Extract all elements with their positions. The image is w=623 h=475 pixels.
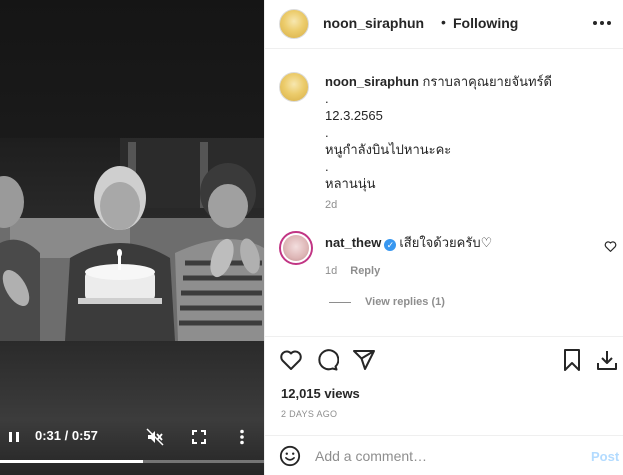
view-count[interactable]: 12,015 views [281,386,360,401]
comment-like-button[interactable] [604,240,618,254]
comment-icon [318,349,340,371]
save-icon [564,349,580,371]
post-options-button[interactable] [591,15,613,31]
caption-text: กราบลาคุณยายจันทร์ดี [422,74,552,89]
author-avatar[interactable] [279,9,309,39]
author-username[interactable]: noon_siraphun [323,15,424,31]
reply-button[interactable]: Reply [350,265,380,277]
emoji-icon [279,445,301,467]
verified-icon: ✓ [384,239,397,251]
caption-line: . [325,91,329,106]
view-replies-button[interactable]: View replies (1) [365,296,445,308]
video-player[interactable]: 0:31 / 0:57 [0,0,264,475]
commenter-avatar[interactable] [279,231,313,265]
emoji-button[interactable] [279,445,301,467]
fullscreen-icon [192,430,206,444]
caption-line: หนูกำลังบินไปหานะคะ [325,142,452,157]
post-actions: 12,015 views 2 DAYS AGO [265,336,623,436]
share-button[interactable] [352,348,376,372]
video-progress-bar[interactable] [0,460,264,463]
caption-username[interactable]: noon_siraphun [325,74,419,89]
share-icon [353,350,375,370]
mute-button[interactable] [146,428,164,446]
comment-input[interactable] [315,446,565,466]
caption-timestamp[interactable]: 2d [325,199,337,211]
more-horizontal-icon [593,21,611,25]
header-separator: • [441,14,446,30]
replies-divider [329,302,351,303]
comment-meta: 1d Reply [325,265,393,277]
save-button[interactable] [560,348,584,372]
video-more-button[interactable] [234,428,250,446]
post-date: 2 DAYS AGO [281,409,338,419]
add-comment-bar: Post [265,435,623,475]
download-button[interactable] [595,348,619,372]
post-panel: noon_siraphun • Following noon_siraphun … [264,0,623,475]
commenter-avatar-image [283,235,309,261]
caption-line: 12.3.2565 [325,108,383,123]
caption-line: . [325,159,329,174]
fullscreen-button[interactable] [190,428,208,446]
heart-icon [280,350,302,370]
caption-avatar[interactable] [279,72,309,102]
video-progress-fill [0,460,143,463]
post-comment-button[interactable]: Post [591,449,619,464]
comment-item: nat_thew ✓ เสียใจด้วยครับ♡ [325,234,595,251]
video-controls: 0:31 / 0:57 [0,420,264,465]
post-caption: noon_siraphun กราบลาคุณยายจันทร์ดี . 12.… [325,73,610,192]
more-vertical-icon [240,429,244,445]
video-frame-image [0,138,264,341]
caption-line: หลานนุ่น [325,176,376,191]
comment-timestamp: 1d [325,265,338,277]
mute-icon [146,428,164,446]
post-header: noon_siraphun • Following [265,0,623,49]
video-frame[interactable] [0,138,264,341]
like-button[interactable] [279,348,303,372]
heart-icon [604,241,617,252]
pause-button[interactable] [6,429,22,445]
comment-text: เสียใจด้วยครับ♡ [399,235,493,250]
following-button[interactable]: Following [453,15,518,31]
pause-icon [9,432,19,442]
download-icon [597,351,617,370]
caption-line: . [325,125,329,140]
video-time: 0:31 / 0:57 [35,428,98,443]
comment-button[interactable] [315,348,340,372]
commenter-username[interactable]: nat_thew [325,235,381,250]
